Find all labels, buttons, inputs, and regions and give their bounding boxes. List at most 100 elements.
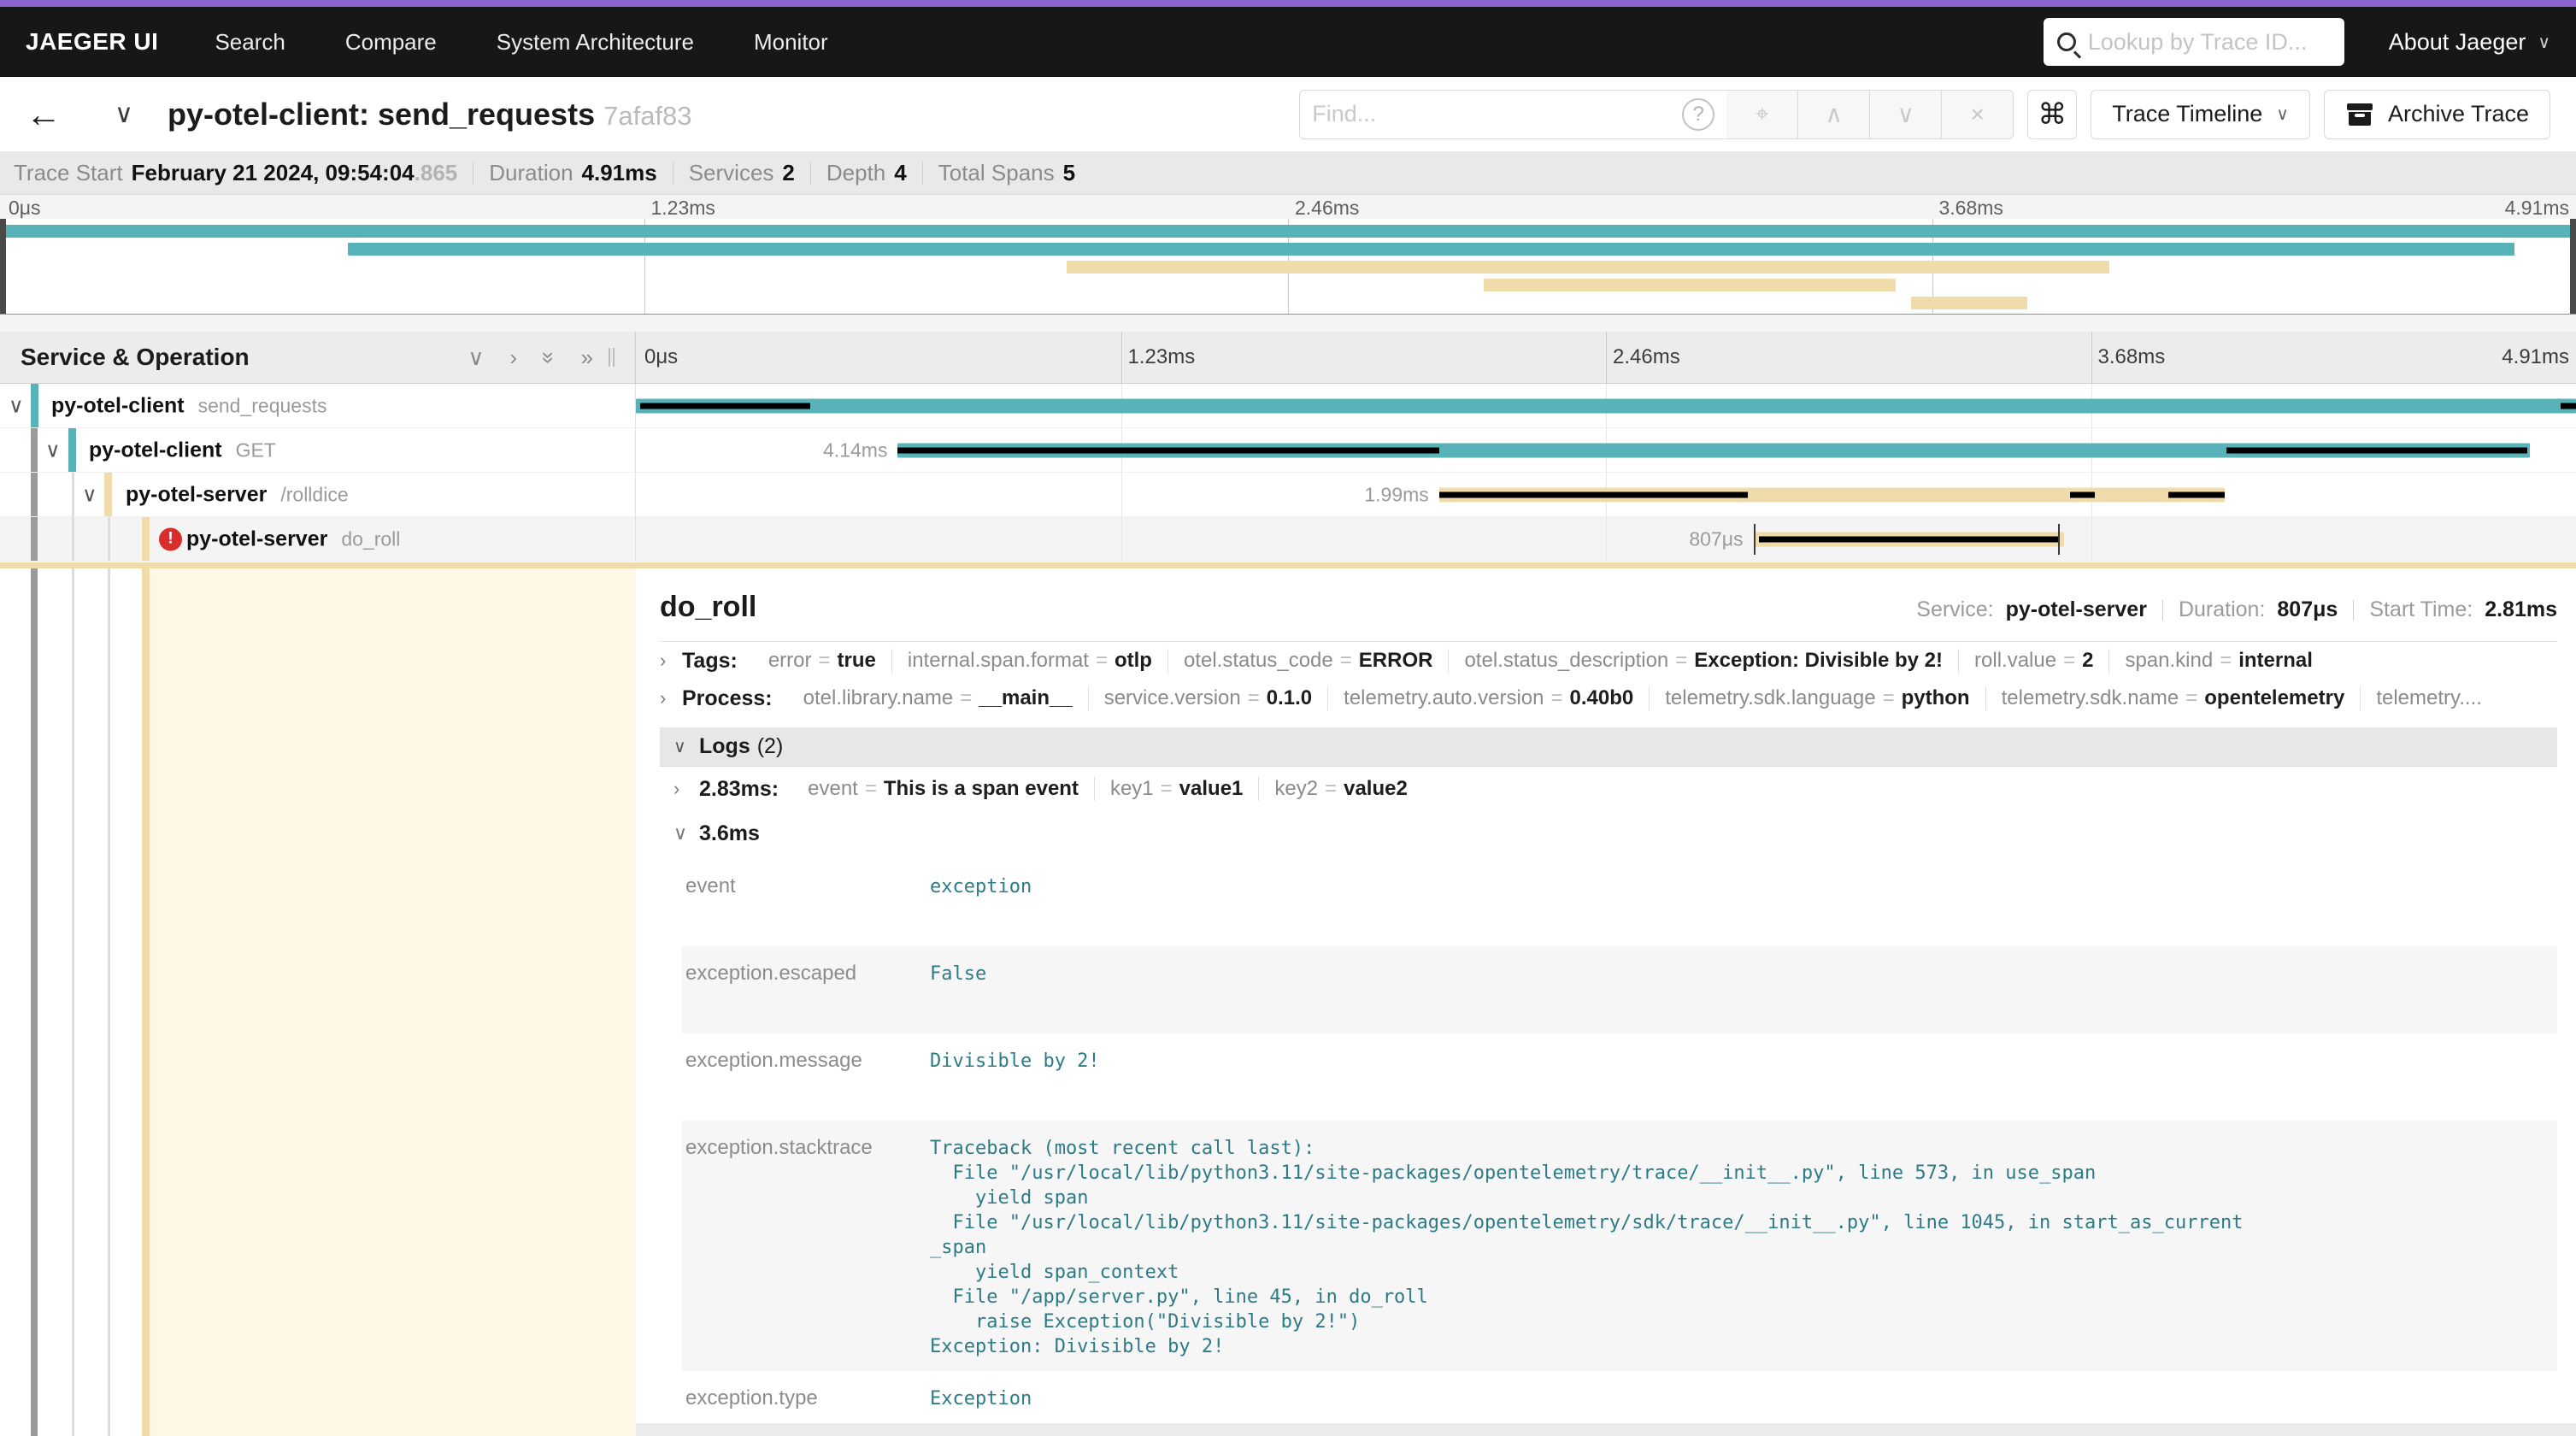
log-entry-1[interactable]: › 2.83ms: event=This is a span eventkey1…: [660, 767, 2557, 811]
back-button[interactable]: ←: [26, 97, 62, 132]
tag-pill[interactable]: roll.value=2: [1959, 649, 2109, 673]
span-duration-label: 807μs: [1689, 527, 1743, 550]
span-bar-cell[interactable]: [636, 384, 2576, 428]
detail-row-accent: [0, 562, 2576, 568]
span-bar-cell[interactable]: 4.14ms: [636, 428, 2576, 473]
process-pill[interactable]: telemetry.auto.version=0.40b0: [1328, 686, 1650, 710]
process-pill-value: __main__: [979, 686, 1072, 709]
locate-span-button[interactable]: ⌖: [1726, 90, 1798, 139]
trace-meta-bar: Trace StartFebruary 21 2024, 09:54:04.86…: [0, 152, 2576, 195]
nav-item-search[interactable]: Search: [215, 29, 285, 56]
keyboard-shortcuts-button[interactable]: ⌘: [2027, 90, 2077, 139]
collapse-one-icon[interactable]: ∨: [468, 344, 484, 371]
span-color-accent: [104, 473, 112, 516]
timeline-tick: 4.91ms: [2505, 197, 2569, 220]
span-row-do-roll[interactable]: !py-otel-serverdo_roll 807μs: [0, 517, 2576, 562]
log-field-pill-value: This is a span event: [884, 777, 1079, 800]
log-field-row: eventexception: [682, 859, 2557, 946]
span-tree-cell[interactable]: ∨ py-otel-clientsend_requests: [0, 384, 636, 428]
detail-service-value: py-otel-server: [2006, 597, 2147, 622]
find-box[interactable]: ?: [1299, 90, 1726, 139]
span-name[interactable]: py-otel-clientsend_requests: [51, 393, 326, 418]
service-name: py-otel-server: [126, 482, 267, 506]
log-entry-2[interactable]: ∨ 3.6ms: [660, 811, 2557, 856]
span-color-accent: [142, 517, 150, 561]
column-resizer-handle[interactable]: [609, 348, 615, 367]
log-field-pill-key: event: [808, 777, 858, 800]
clear-search-button[interactable]: ×: [1942, 90, 2014, 139]
about-jaeger-menu[interactable]: About Jaeger ∨: [2389, 29, 2550, 56]
timeline-tick: 1.23ms: [651, 197, 715, 220]
collapse-all-icon[interactable]: »: [536, 351, 562, 363]
equals-sign: =: [1675, 649, 1687, 672]
process-pill[interactable]: telemetry....: [2361, 686, 2497, 710]
process-pill[interactable]: telemetry.sdk.language=python: [1650, 686, 1985, 710]
log-field-pill[interactable]: key2=value2: [1259, 777, 1422, 801]
span-rows: ∨ py-otel-clientsend_requests ∨ py-otel-cli…: [0, 384, 2576, 562]
minimap-span-bar: [0, 225, 2576, 238]
span-row--rolldice[interactable]: ∨ py-otel-server/rolldice 1.99ms: [0, 473, 2576, 517]
operation-name: send_requests: [198, 394, 327, 416]
minimap-canvas[interactable]: [0, 219, 2576, 315]
tag-pill[interactable]: otel.status_description=Exception: Divis…: [1449, 649, 1959, 673]
collapse-header-icon[interactable]: ∨: [115, 99, 133, 129]
tag-pill[interactable]: error=true: [753, 649, 892, 673]
expand-all-icon[interactable]: »: [581, 344, 593, 371]
chevron-right-icon: ›: [673, 778, 699, 800]
tag-pill[interactable]: internal.span.format=otlp: [892, 649, 1168, 673]
chevron-down-icon[interactable]: ∨: [9, 393, 24, 418]
log-field-row: exception.escapedFalse: [682, 946, 2557, 1033]
span-bar-cell[interactable]: 1.99ms: [636, 473, 2576, 517]
find-input[interactable]: [1312, 101, 1682, 127]
span-name[interactable]: py-otel-clientGET: [89, 438, 276, 462]
tag-pill-value: otlp: [1115, 649, 1152, 672]
help-icon[interactable]: ?: [1682, 98, 1714, 131]
log-field-pill[interactable]: key1=value1: [1095, 777, 1259, 801]
span-tree-cell[interactable]: !py-otel-serverdo_roll: [0, 517, 636, 562]
log-event-marker[interactable]: [1754, 524, 1756, 555]
expand-one-icon[interactable]: ›: [509, 344, 517, 371]
chevron-down-icon[interactable]: ∨: [45, 438, 61, 462]
minimap-left-handle[interactable]: [0, 219, 6, 314]
span-tree-cell[interactable]: ∨ py-otel-server/rolldice: [0, 473, 636, 517]
nav-item-compare[interactable]: Compare: [345, 29, 437, 56]
top-accent-bar: [0, 0, 2576, 7]
nav-item-monitor[interactable]: Monitor: [754, 29, 828, 56]
equals-sign: =: [1096, 649, 1108, 672]
logs-section-header[interactable]: ∨ Logs (2): [660, 727, 2557, 767]
log-field-pill-value: value1: [1179, 777, 1244, 800]
tag-pill[interactable]: otel.status_code=ERROR: [1168, 649, 1449, 673]
minimap-span-bar: [348, 243, 2514, 256]
process-row[interactable]: › Process: otel.library.name=__main__ser…: [660, 680, 2557, 717]
tags-row[interactable]: › Tags: error=trueinternal.span.format=o…: [660, 642, 2557, 680]
next-result-button[interactable]: ∨: [1870, 90, 1942, 139]
prev-result-button[interactable]: ∧: [1798, 90, 1870, 139]
span-row-GET[interactable]: ∨ py-otel-clientGET 4.14ms: [0, 428, 2576, 473]
minimap-right-handle[interactable]: [2570, 219, 2576, 314]
span-name[interactable]: py-otel-server/rolldice: [126, 482, 349, 507]
detail-start-value: 2.81ms: [2485, 597, 2557, 622]
tag-pill[interactable]: span.kind=internal: [2109, 649, 2327, 673]
log-event-marker[interactable]: [2058, 524, 2060, 555]
span-row-send-requests[interactable]: ∨ py-otel-clientsend_requests: [0, 384, 2576, 428]
span-name[interactable]: py-otel-serverdo_roll: [186, 527, 400, 551]
process-pill[interactable]: service.version=0.1.0: [1089, 686, 1328, 710]
nav-item-system-architecture[interactable]: System Architecture: [497, 29, 694, 56]
archive-trace-button[interactable]: Archive Trace: [2324, 90, 2550, 139]
span-tree-cell[interactable]: ∨ py-otel-clientGET: [0, 428, 636, 473]
jaeger-logo[interactable]: JAEGER UI: [26, 28, 158, 56]
process-pill[interactable]: otel.library.name=__main__: [788, 686, 1089, 710]
detail-duration-value: 807μs: [2277, 597, 2338, 622]
trace-view-select[interactable]: Trace Timeline ∨: [2091, 90, 2310, 139]
archive-icon: [2345, 102, 2374, 127]
span-bar-cell[interactable]: 807μs: [636, 517, 2576, 562]
span-bar[interactable]: [636, 398, 2576, 413]
process-pill[interactable]: telemetry.sdk.name=opentelemetry: [1986, 686, 2361, 710]
log-field-pill[interactable]: event=This is a span event: [792, 777, 1095, 801]
depth-value: 4: [894, 160, 906, 186]
trace-lookup-box[interactable]: [2044, 18, 2344, 66]
find-group: ? ⌖ ∧ ∨ ×: [1299, 90, 2014, 139]
chevron-down-icon[interactable]: ∨: [82, 482, 97, 507]
log-field-value: exception: [930, 874, 1032, 946]
trace-lookup-input[interactable]: [2088, 29, 2331, 56]
